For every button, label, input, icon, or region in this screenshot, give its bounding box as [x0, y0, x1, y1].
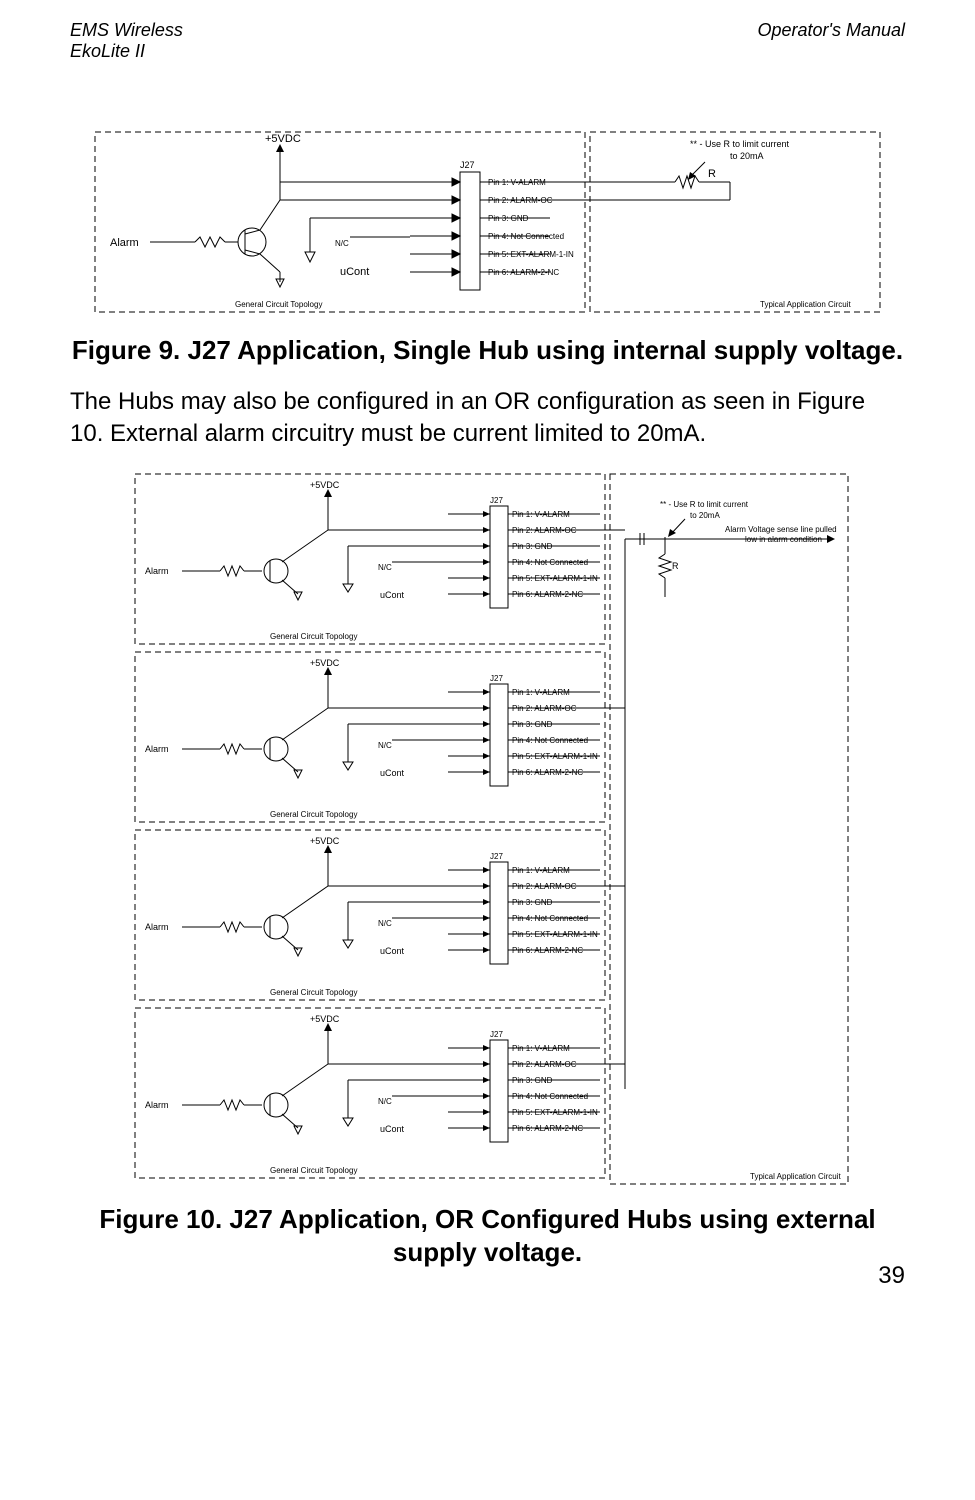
figure-10-caption: Figure 10. J27 Application, OR Configure… [70, 1203, 905, 1271]
svg-text:Pin 2: ALARM-OC: Pin 2: ALARM-OC [512, 882, 577, 891]
svg-text:Pin 6: ALARM-2-NC: Pin 6: ALARM-2-NC [512, 1124, 583, 1133]
svg-text:uCont: uCont [340, 266, 369, 278]
page-number: 39 [878, 1262, 905, 1290]
svg-text:N/C: N/C [378, 1097, 392, 1106]
svg-text:Pin 4: Not Connected: Pin 4: Not Connected [512, 736, 588, 745]
svg-text:Pin 2: ALARM-OC: Pin 2: ALARM-OC [512, 704, 577, 713]
svg-text:General Circuit Topology: General Circuit Topology [270, 988, 357, 997]
svg-text:Pin 2: ALARM-OC: Pin 2: ALARM-OC [512, 526, 577, 535]
page-header: EMS Wireless EkoLite II Operator's Manua… [70, 20, 905, 62]
figure-9-diagram: J27 Pin 1: V-ALARM Pin 2: ALARM-OC [90, 122, 885, 322]
svg-text:J27: J27 [490, 496, 503, 505]
svg-text:Pin 1: V-ALARM: Pin 1: V-ALARM [488, 178, 546, 187]
svg-text:+5VDC: +5VDC [265, 133, 301, 145]
svg-text:Pin 1: V-ALARM: Pin 1: V-ALARM [512, 866, 570, 875]
svg-text:Pin 3: GND: Pin 3: GND [512, 542, 553, 551]
svg-text:Pin 1: V-ALARM: Pin 1: V-ALARM [512, 1044, 570, 1053]
svg-text:General Circuit Topology: General Circuit Topology [235, 300, 322, 309]
svg-text:uCont: uCont [380, 590, 405, 600]
svg-text:Alarm Voltage sense line pulle: Alarm Voltage sense line pulled [725, 525, 837, 534]
svg-text:+5VDC: +5VDC [310, 658, 340, 668]
svg-text:Typical Application Circuit: Typical Application Circuit [760, 300, 851, 309]
svg-text:Pin 5: EXT-ALARM-1-IN: Pin 5: EXT-ALARM-1-IN [512, 1108, 598, 1117]
svg-text:uCont: uCont [380, 1124, 405, 1134]
svg-text:Pin 4: Not Connected: Pin 4: Not Connected [512, 558, 588, 567]
svg-text:Pin 3: GND: Pin 3: GND [512, 898, 553, 907]
svg-text:J27: J27 [490, 852, 503, 861]
svg-text:to 20mA: to 20mA [730, 151, 764, 161]
svg-text:N/C: N/C [378, 919, 392, 928]
header-doc-title: Operator's Manual [757, 20, 905, 62]
figure-10-diagram: Typical Application Circuit ** - Use R t… [130, 469, 850, 1189]
svg-text:Pin 6: ALARM-2-NC: Pin 6: ALARM-2-NC [488, 268, 559, 277]
svg-text:Pin 3: GND: Pin 3: GND [488, 214, 529, 223]
svg-text:J27: J27 [490, 1030, 503, 1039]
svg-text:** - Use R to limit current: ** - Use R to limit current [690, 139, 790, 149]
svg-text:Pin 6: ALARM-2-NC: Pin 6: ALARM-2-NC [512, 946, 583, 955]
svg-text:N/C: N/C [378, 563, 392, 572]
svg-text:to 20mA: to 20mA [690, 511, 720, 520]
svg-text:Alarm: Alarm [145, 1100, 169, 1110]
svg-text:Pin 5: EXT-ALARM-1-IN: Pin 5: EXT-ALARM-1-IN [512, 752, 598, 761]
svg-text:Pin 4: Not Connected: Pin 4: Not Connected [488, 232, 564, 241]
svg-text:Pin 3: GND: Pin 3: GND [512, 720, 553, 729]
svg-text:General Circuit Topology: General Circuit Topology [270, 632, 357, 641]
svg-text:N/C: N/C [335, 239, 349, 248]
header-product: EMS Wireless [70, 20, 183, 41]
svg-text:Pin 3: GND: Pin 3: GND [512, 1076, 553, 1085]
svg-text:+5VDC: +5VDC [310, 480, 340, 490]
header-model: EkoLite II [70, 41, 183, 62]
svg-text:+5VDC: +5VDC [310, 836, 340, 846]
svg-text:Pin 4: Not Connected: Pin 4: Not Connected [512, 914, 588, 923]
svg-text:+5VDC: +5VDC [310, 1014, 340, 1024]
svg-text:uCont: uCont [380, 768, 405, 778]
svg-text:Pin 5: EXT-ALARM-1-IN: Pin 5: EXT-ALARM-1-IN [488, 250, 574, 259]
svg-text:uCont: uCont [380, 946, 405, 956]
svg-text:Pin 5: EXT-ALARM-1-IN: Pin 5: EXT-ALARM-1-IN [512, 930, 598, 939]
svg-text:** - Use R to limit current: ** - Use R to limit current [660, 500, 749, 509]
svg-text:Alarm: Alarm [145, 566, 169, 576]
svg-text:N/C: N/C [378, 741, 392, 750]
body-paragraph: The Hubs may also be configured in an OR… [70, 386, 905, 451]
svg-text:Pin 2: ALARM-OC: Pin 2: ALARM-OC [488, 196, 553, 205]
svg-text:R: R [708, 168, 716, 180]
svg-text:Alarm: Alarm [145, 744, 169, 754]
figure-9-caption: Figure 9. J27 Application, Single Hub us… [70, 334, 905, 368]
svg-text:Pin 6: ALARM-2-NC: Pin 6: ALARM-2-NC [512, 590, 583, 599]
svg-text:Pin 1: V-ALARM: Pin 1: V-ALARM [512, 688, 570, 697]
svg-text:Pin 4: Not Connected: Pin 4: Not Connected [512, 1092, 588, 1101]
svg-text:Alarm: Alarm [145, 922, 169, 932]
svg-text:Typical Application Circuit: Typical Application Circuit [750, 1172, 841, 1181]
svg-text:low in alarm condition: low in alarm condition [745, 535, 822, 544]
svg-text:Pin 2: ALARM-OC: Pin 2: ALARM-OC [512, 1060, 577, 1069]
svg-text:Pin 5: EXT-ALARM-1-IN: Pin 5: EXT-ALARM-1-IN [512, 574, 598, 583]
svg-text:Pin 1: V-ALARM: Pin 1: V-ALARM [512, 510, 570, 519]
svg-text:J27: J27 [490, 674, 503, 683]
svg-text:Pin 6: ALARM-2-NC: Pin 6: ALARM-2-NC [512, 768, 583, 777]
svg-text:General Circuit Topology: General Circuit Topology [270, 1166, 357, 1175]
svg-text:Alarm: Alarm [110, 237, 139, 249]
svg-text:General Circuit Topology: General Circuit Topology [270, 810, 357, 819]
svg-text:R: R [672, 561, 679, 571]
j27-label: J27 [460, 160, 475, 170]
